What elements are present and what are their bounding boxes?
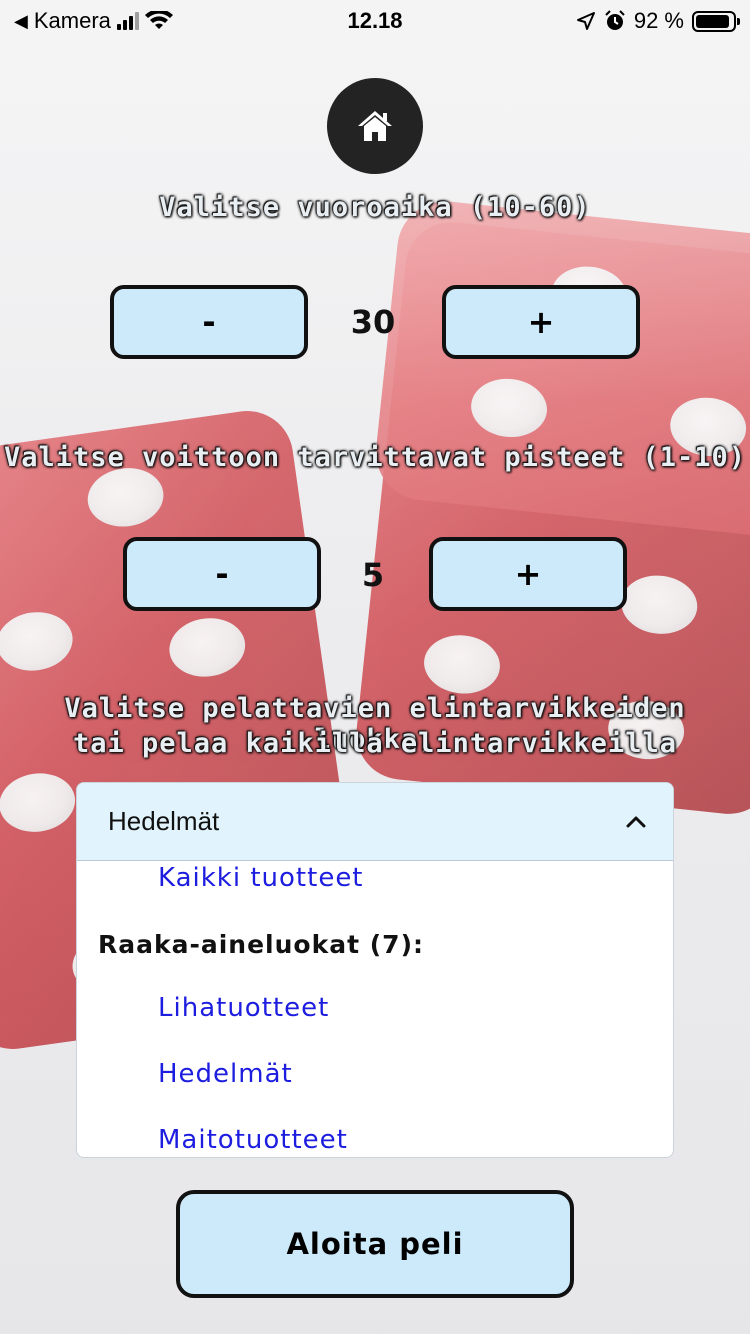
category-heading-line2: tai pelaa kaikilla elintarvikkeilla bbox=[73, 728, 677, 759]
win-points-value: 5 bbox=[361, 556, 385, 594]
turn-time-heading: Valitse vuoroaika (10-60) bbox=[159, 192, 591, 223]
location-arrow-icon bbox=[576, 12, 595, 30]
chevron-up-icon[interactable] bbox=[625, 815, 647, 829]
option-fruits[interactable]: Hedelmät bbox=[158, 1059, 293, 1089]
game-settings-screen: Valitse vuoroaika (10-60) - 30 + Valitse… bbox=[0, 0, 750, 1334]
category-selected-value: Hedelmät bbox=[108, 806, 220, 836]
home-button[interactable] bbox=[327, 78, 423, 174]
option-dairy-products[interactable]: Maitotuotteet bbox=[158, 1125, 348, 1155]
battery-icon bbox=[692, 10, 740, 32]
option-all-products[interactable]: Kaikki tuotteet bbox=[158, 863, 364, 893]
win-points-minus-button[interactable]: - bbox=[123, 537, 321, 611]
home-icon bbox=[358, 111, 392, 141]
turn-time-minus-button[interactable]: - bbox=[110, 285, 308, 359]
category-dropdown-header[interactable]: Hedelmät bbox=[77, 783, 673, 861]
option-group-label: Raaka-aineluokat (7): bbox=[98, 930, 424, 959]
alarm-icon bbox=[605, 10, 625, 30]
category-options-list[interactable]: Kaikki tuotteet Raaka-aineluokat (7): Li… bbox=[77, 861, 673, 1157]
status-bar: ◀ Kamera 12.18 92 % bbox=[0, 0, 750, 40]
turn-time-plus-button[interactable]: + bbox=[442, 285, 640, 359]
win-points-heading: Valitse voittoon tarvittavat pisteet (1-… bbox=[4, 442, 746, 473]
win-points-plus-button[interactable]: + bbox=[429, 537, 627, 611]
start-game-button[interactable]: Aloita peli bbox=[176, 1190, 574, 1298]
battery-percent: 92 % bbox=[633, 8, 684, 33]
option-meat-products[interactable]: Lihatuotteet bbox=[158, 993, 329, 1023]
turn-time-value: 30 bbox=[350, 303, 396, 341]
category-dropdown[interactable]: Hedelmät Kaikki tuotteet Raaka-aineluoka… bbox=[76, 782, 674, 1158]
